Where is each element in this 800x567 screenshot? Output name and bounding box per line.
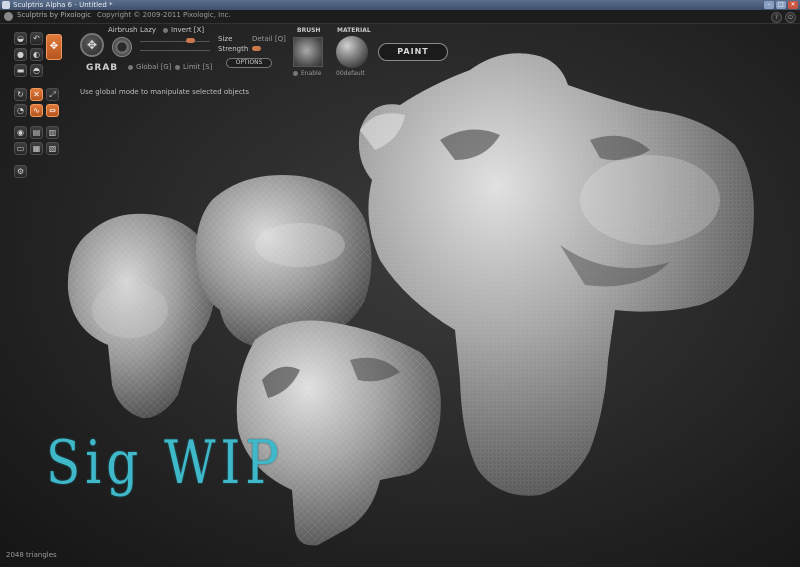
brush-dial-icon[interactable] (112, 37, 132, 57)
scale-tool[interactable]: ⤢ (46, 88, 59, 101)
minimize-button[interactable]: – (764, 1, 774, 9)
app-header: Sculptris by Pixologic Copyright © 2009-… (0, 10, 800, 24)
sculptris-window: Sculptris Alpha 6 - Untitled * – □ ✕ Scu… (0, 0, 800, 567)
strength-label: Strength (218, 45, 249, 53)
limit-radio-icon (175, 64, 180, 70)
brush-enable-toggle[interactable]: Enable (293, 70, 321, 77)
paint-button[interactable]: PAINT (378, 43, 448, 61)
global-toggle[interactable]: Global [G] (128, 63, 171, 71)
reduce-tool[interactable]: ▤ (30, 126, 43, 139)
subdivide-tool[interactable]: ▭ (14, 142, 27, 155)
grab-tool[interactable]: ✥ (46, 34, 62, 60)
enable-radio-icon (293, 71, 298, 76)
sculpt-model-2[interactable] (195, 175, 372, 348)
app-icon (2, 1, 10, 9)
copyright-label: Copyright © 2009-2011 Pixologic, Inc. (97, 11, 231, 19)
help-icon[interactable]: ? (771, 12, 782, 23)
strength-slider-track[interactable] (140, 50, 210, 51)
size-slider-knob[interactable] (186, 38, 195, 43)
draw-tool[interactable]: ● (14, 48, 27, 61)
settings-tool[interactable]: ⚙ (14, 165, 27, 178)
pinch-tool[interactable]: ◓ (30, 64, 43, 77)
smooth-tool[interactable]: ◔ (14, 104, 27, 117)
triangle-count: 2048 triangles (6, 551, 57, 559)
wip-overlay-text: Sig WIP (46, 428, 284, 498)
strength-slider-knob[interactable] (252, 46, 261, 51)
brush-label: BRUSH (297, 27, 321, 34)
sculpt-model-1[interactable] (67, 213, 216, 419)
quit-icon[interactable]: ⏻ (785, 12, 796, 23)
flatten-tool[interactable]: ▬ (14, 64, 27, 77)
brush-enable-label: Enable (301, 70, 322, 77)
maximize-button[interactable]: □ (776, 1, 786, 9)
undo-tool[interactable]: ↶ (30, 32, 43, 45)
lazy-toggle[interactable]: Lazy (140, 26, 156, 34)
rotate-tool[interactable]: ↻ (14, 88, 27, 101)
flatten-draw-tool[interactable]: ∿ (30, 104, 43, 117)
material-name: 00default (336, 70, 365, 77)
invert-label: Invert [X] (171, 26, 205, 34)
inflate-tool[interactable]: ⇔ (46, 104, 59, 117)
tool-name: GRAB (86, 63, 119, 73)
detail-tool[interactable]: ▦ (30, 142, 43, 155)
invert-toggle[interactable]: Invert [X] (163, 26, 204, 34)
options-button[interactable]: OPTIONS (226, 58, 272, 68)
invert-radio-icon (163, 27, 168, 33)
limit-label: Limit [S] (183, 63, 213, 71)
grab-tool-icon: ✥ (80, 33, 104, 57)
close-button[interactable]: ✕ (788, 1, 798, 9)
crease-tool[interactable]: ◐ (30, 48, 43, 61)
sculptris-logo-icon (4, 12, 13, 21)
symmetry-tool[interactable]: ▥ (46, 126, 59, 139)
limit-toggle[interactable]: Limit [S] (175, 63, 212, 71)
brand-label: Sculptris by Pixologic (17, 11, 92, 19)
brush-alpha-thumbnail[interactable] (293, 37, 323, 67)
mask-tool[interactable]: ◉ (14, 126, 27, 139)
window-title: Sculptris Alpha 6 - Untitled * (13, 1, 113, 9)
material-label: MATERIAL (337, 27, 371, 34)
size-label: Size (218, 35, 233, 43)
window-title-bar: Sculptris Alpha 6 - Untitled * – □ ✕ (0, 0, 800, 10)
material-ball[interactable] (336, 36, 368, 68)
detail-toggle[interactable]: Detail [Q] (252, 35, 286, 43)
hint-text: Use global mode to manipulate selected o… (80, 88, 250, 96)
wireframe-tool[interactable]: ▧ (46, 142, 59, 155)
global-label: Global [G] (136, 63, 172, 71)
wire-cross-tool[interactable]: ✕ (30, 88, 43, 101)
new-sphere-tool[interactable]: ◒ (14, 32, 27, 45)
airbrush-toggle[interactable]: Airbrush (108, 26, 137, 34)
size-slider-track[interactable] (140, 41, 210, 42)
global-radio-icon (128, 64, 133, 70)
